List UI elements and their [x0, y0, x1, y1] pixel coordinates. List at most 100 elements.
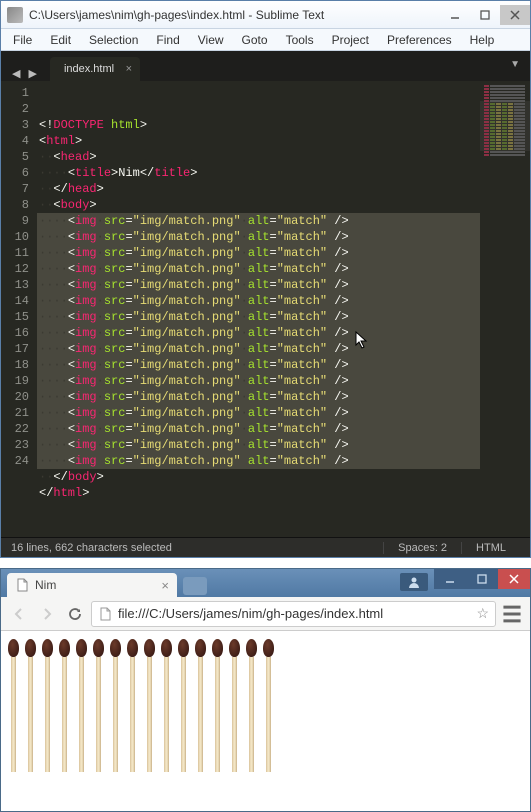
match-image: [73, 639, 90, 772]
code-line[interactable]: ··</body>: [37, 469, 480, 485]
code-line[interactable]: ····<img·src="img/match.png"·alt="match"…: [37, 405, 480, 421]
code-line[interactable]: ····<img·src="img/match.png"·alt="match"…: [37, 245, 480, 261]
menu-edit[interactable]: Edit: [42, 31, 79, 49]
line-number: 5: [1, 149, 29, 165]
status-syntax[interactable]: HTML: [461, 542, 520, 554]
sublime-title: C:\Users\james\nim\gh-pages\index.html -…: [29, 8, 440, 22]
chrome-tab[interactable]: Nim ×: [7, 573, 177, 597]
chrome-page-content: [1, 631, 530, 811]
chrome-titlebar[interactable]: Nim ×: [1, 569, 530, 597]
sublime-minimap[interactable]: [480, 81, 530, 537]
file-scheme-icon: [98, 607, 112, 621]
line-number: 13: [1, 277, 29, 293]
code-line[interactable]: ··<head>: [37, 149, 480, 165]
code-line[interactable]: ····<img·src="img/match.png"·alt="match"…: [37, 357, 480, 373]
match-image: [90, 639, 107, 772]
line-number: 8: [1, 197, 29, 213]
chrome-reload-button[interactable]: [63, 602, 87, 626]
sublime-text-window: C:\Users\james\nim\gh-pages\index.html -…: [0, 0, 531, 558]
line-number: 22: [1, 421, 29, 437]
line-number: 7: [1, 181, 29, 197]
code-line[interactable]: ····<img·src="img/match.png"·alt="match"…: [37, 229, 480, 245]
chrome-back-button[interactable]: [7, 602, 31, 626]
menu-selection[interactable]: Selection: [81, 31, 146, 49]
sublime-maximize-button[interactable]: [470, 5, 500, 25]
chrome-minimize-button[interactable]: [434, 569, 466, 589]
chrome-maximize-button[interactable]: [466, 569, 498, 589]
sublime-minimize-button[interactable]: [440, 5, 470, 25]
chrome-profile-button[interactable]: [400, 573, 428, 591]
tab-history-forward-icon[interactable]: ▶: [25, 66, 39, 81]
menu-view[interactable]: View: [190, 31, 232, 49]
chrome-new-tab-button[interactable]: [183, 577, 207, 595]
code-line[interactable]: ····<img·src="img/match.png"·alt="match"…: [37, 293, 480, 309]
line-number-gutter: 123456789101112131415161718192021222324: [1, 81, 37, 537]
line-number: 9: [1, 213, 29, 229]
chrome-bookmark-star-icon[interactable]: ☆: [476, 605, 489, 622]
code-line[interactable]: ····<img src="img/match.png" alt="match"…: [37, 453, 480, 469]
menu-find[interactable]: Find: [148, 31, 187, 49]
sublime-close-button[interactable]: [500, 5, 530, 25]
sublime-editor[interactable]: 123456789101112131415161718192021222324 …: [1, 81, 530, 537]
match-image: [39, 639, 56, 772]
chrome-close-button[interactable]: [498, 569, 530, 589]
line-number: 15: [1, 309, 29, 325]
chrome-tab-close-icon[interactable]: ×: [161, 578, 169, 593]
code-line[interactable]: ····<img·src="img/match.png"·alt="match"…: [37, 437, 480, 453]
match-image: [226, 639, 243, 772]
line-number: 11: [1, 245, 29, 261]
sublime-menubar: FileEditSelectionFindViewGotoToolsProjec…: [1, 29, 530, 51]
code-line[interactable]: ····<img·src="img/match.png"·alt="match"…: [37, 389, 480, 405]
code-line[interactable]: ····<img·src="img/match.png"·alt="match"…: [37, 373, 480, 389]
chrome-menu-button[interactable]: [500, 602, 524, 626]
menu-tools[interactable]: Tools: [278, 31, 322, 49]
page-favicon-icon: [15, 578, 29, 592]
code-line[interactable]: ····<img·src="img/match.png"·alt="match"…: [37, 309, 480, 325]
menu-help[interactable]: Help: [462, 31, 503, 49]
match-image: [141, 639, 158, 772]
chrome-forward-button[interactable]: [35, 602, 59, 626]
match-image: [56, 639, 73, 772]
match-image: [107, 639, 124, 772]
sublime-tab-title: index.html: [64, 63, 114, 75]
chrome-url: file:///C:/Users/james/nim/gh-pages/inde…: [118, 606, 472, 621]
tab-close-icon[interactable]: ×: [126, 63, 132, 75]
status-selection-info: 16 lines, 662 characters selected: [11, 542, 383, 554]
code-line[interactable]: ····<img·src="img/match.png"·alt="match"…: [37, 261, 480, 277]
chrome-window: Nim × file:///C:/Users/james/nim/gh-page…: [0, 568, 531, 812]
code-line[interactable]: ··<body>: [37, 197, 480, 213]
code-line[interactable]: ····<img·src="img/match.png"·alt="match"…: [37, 341, 480, 357]
line-number: 18: [1, 357, 29, 373]
sublime-tab[interactable]: index.html ×: [50, 57, 140, 81]
line-number: 23: [1, 437, 29, 453]
code-line[interactable]: <!DOCTYPE html>: [37, 117, 480, 133]
status-spaces[interactable]: Spaces: 2: [383, 542, 461, 554]
tab-history-back-icon[interactable]: ◀: [9, 66, 23, 81]
code-line[interactable]: ····<img·src="img/match.png"·alt="match"…: [37, 277, 480, 293]
code-line[interactable]: ····<img·src="img/match.png"·alt="match"…: [37, 421, 480, 437]
code-line[interactable]: ··</head>: [37, 181, 480, 197]
code-line[interactable]: ····<img·src="img/match.png"·alt="match"…: [37, 325, 480, 341]
code-line[interactable]: <html>: [37, 133, 480, 149]
line-number: 16: [1, 325, 29, 341]
sublime-tabbar: ◀ ▶ index.html × ▼: [1, 51, 530, 81]
match-image: [158, 639, 175, 772]
code-line[interactable]: ····<img·src="img/match.png"·alt="match"…: [37, 213, 480, 229]
line-number: 20: [1, 389, 29, 405]
sublime-titlebar[interactable]: C:\Users\james\nim\gh-pages\index.html -…: [1, 1, 530, 29]
line-number: 2: [1, 101, 29, 117]
tab-dropdown-icon[interactable]: ▼: [510, 59, 520, 70]
line-number: 6: [1, 165, 29, 181]
code-area[interactable]: <!DOCTYPE html><html>··<head>····<title>…: [37, 81, 480, 537]
menu-project[interactable]: Project: [324, 31, 377, 49]
match-image: [209, 639, 226, 772]
menu-goto[interactable]: Goto: [234, 31, 276, 49]
match-image: [243, 639, 260, 772]
chrome-omnibox[interactable]: file:///C:/Users/james/nim/gh-pages/inde…: [91, 601, 496, 627]
code-line[interactable]: ····<title>Nim</title>: [37, 165, 480, 181]
code-line[interactable]: </html>: [37, 485, 480, 501]
line-number: 21: [1, 405, 29, 421]
menu-file[interactable]: File: [5, 31, 40, 49]
line-number: 17: [1, 341, 29, 357]
menu-preferences[interactable]: Preferences: [379, 31, 460, 49]
